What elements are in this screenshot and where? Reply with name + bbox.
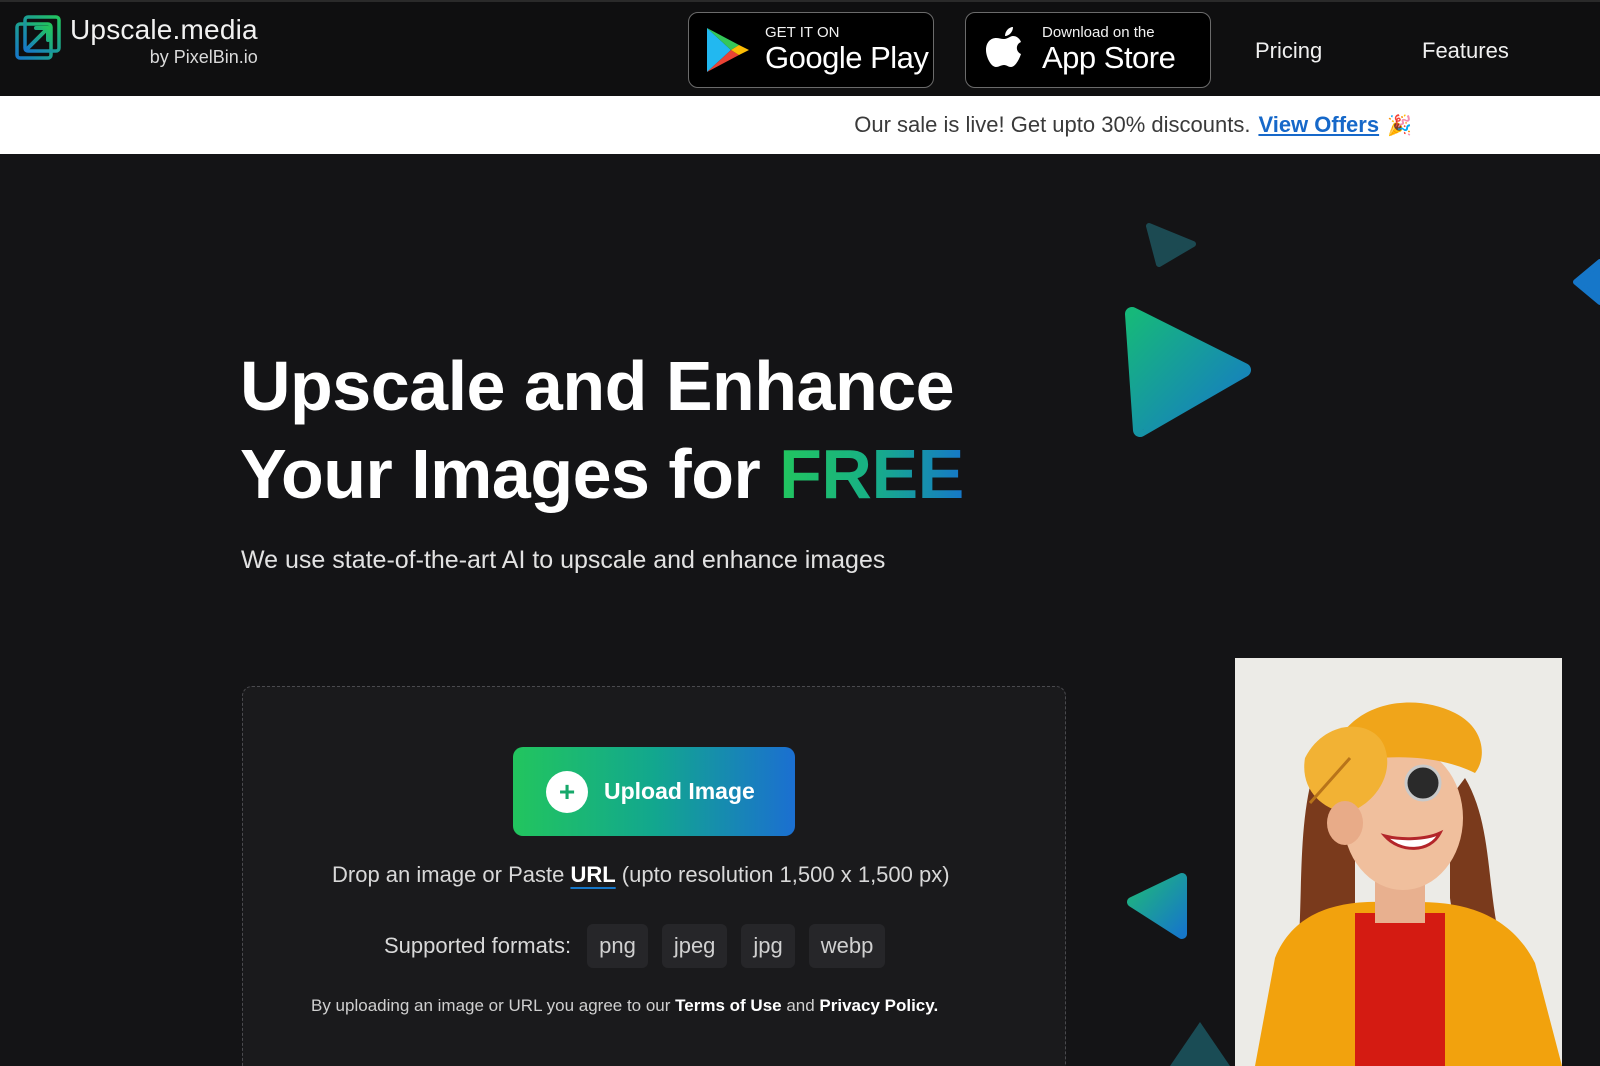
- app-store-small-text: Download on the: [1042, 24, 1155, 41]
- apple-icon: [986, 27, 1021, 67]
- hero-title-line2: Your Images for: [240, 435, 780, 513]
- nav-features-link[interactable]: Features: [1422, 38, 1509, 64]
- supported-formats: Supported formats: png jpeg jpg webp: [384, 924, 899, 968]
- nav-pricing-link[interactable]: Pricing: [1255, 38, 1322, 64]
- upload-image-button[interactable]: + Upload Image: [513, 747, 795, 836]
- hero-title: Upscale and Enhance Your Images for FREE: [240, 342, 964, 518]
- app-store-big-text: App Store: [1042, 40, 1176, 75]
- format-badge-jpeg: jpeg: [661, 924, 728, 968]
- google-play-icon: [707, 28, 749, 72]
- view-offers-link[interactable]: View Offers: [1258, 112, 1379, 138]
- triangle-decoration-small: [1146, 223, 1196, 267]
- logo-link[interactable]: Upscale.media by PixelBin.io: [14, 14, 258, 68]
- google-play-button[interactable]: GET IT ON Google Play: [688, 12, 934, 88]
- paste-url-link[interactable]: URL: [570, 862, 615, 887]
- google-play-small-text: GET IT ON: [765, 24, 840, 41]
- hero-subtitle: We use state-of-the-art AI to upscale an…: [241, 546, 886, 574]
- terms-of-use-link[interactable]: Terms of Use: [675, 996, 781, 1015]
- hero-title-line1: Upscale and Enhance: [240, 347, 955, 425]
- promo-text: Our sale is live! Get upto 30% discounts…: [854, 112, 1251, 137]
- logo-byline: by PixelBin.io: [149, 47, 258, 67]
- upscale-logo-icon: [15, 15, 61, 60]
- sample-photo-woman-autumn: [1235, 658, 1562, 1066]
- sample-photo-illustration: [1235, 658, 1562, 1066]
- triangle-decoration-large: [1125, 307, 1251, 437]
- format-badge-jpg: jpg: [741, 924, 795, 968]
- triangle-decoration-left: [1127, 873, 1187, 939]
- drop-prefix: Drop an image or Paste: [332, 862, 571, 887]
- google-play-big-text: Google Play: [765, 40, 929, 75]
- top-header: Upscale.media by PixelBin.io GET IT ON G…: [0, 0, 1600, 96]
- terms-prefix: By uploading an image or URL you agree t…: [311, 996, 676, 1015]
- hero-title-highlight: FREE: [779, 435, 964, 513]
- promo-banner: Our sale is live! Get upto 30% discounts…: [0, 96, 1600, 154]
- format-badge-webp: webp: [808, 924, 886, 968]
- formats-label: Supported formats:: [384, 933, 572, 958]
- logo-name: Upscale.media: [70, 14, 258, 45]
- terms-notice: By uploading an image or URL you agree t…: [311, 996, 938, 1016]
- triangle-decoration-bottom: [1170, 1022, 1230, 1066]
- party-popper-icon: 🎉: [1387, 114, 1412, 137]
- app-store-button[interactable]: Download on the App Store: [965, 12, 1211, 88]
- upload-button-label: Upload Image: [604, 778, 755, 804]
- triangle-decoration-edge: [1573, 259, 1600, 305]
- drop-suffix: (upto resolution 1,500 x 1,500 px): [615, 862, 950, 887]
- privacy-policy-link[interactable]: Privacy Policy.: [819, 996, 938, 1015]
- format-badge-png: png: [587, 924, 648, 968]
- terms-and: and: [781, 996, 820, 1015]
- drop-instructions: Drop an image or Paste URL (upto resolut…: [332, 862, 950, 888]
- plus-icon: +: [546, 770, 588, 813]
